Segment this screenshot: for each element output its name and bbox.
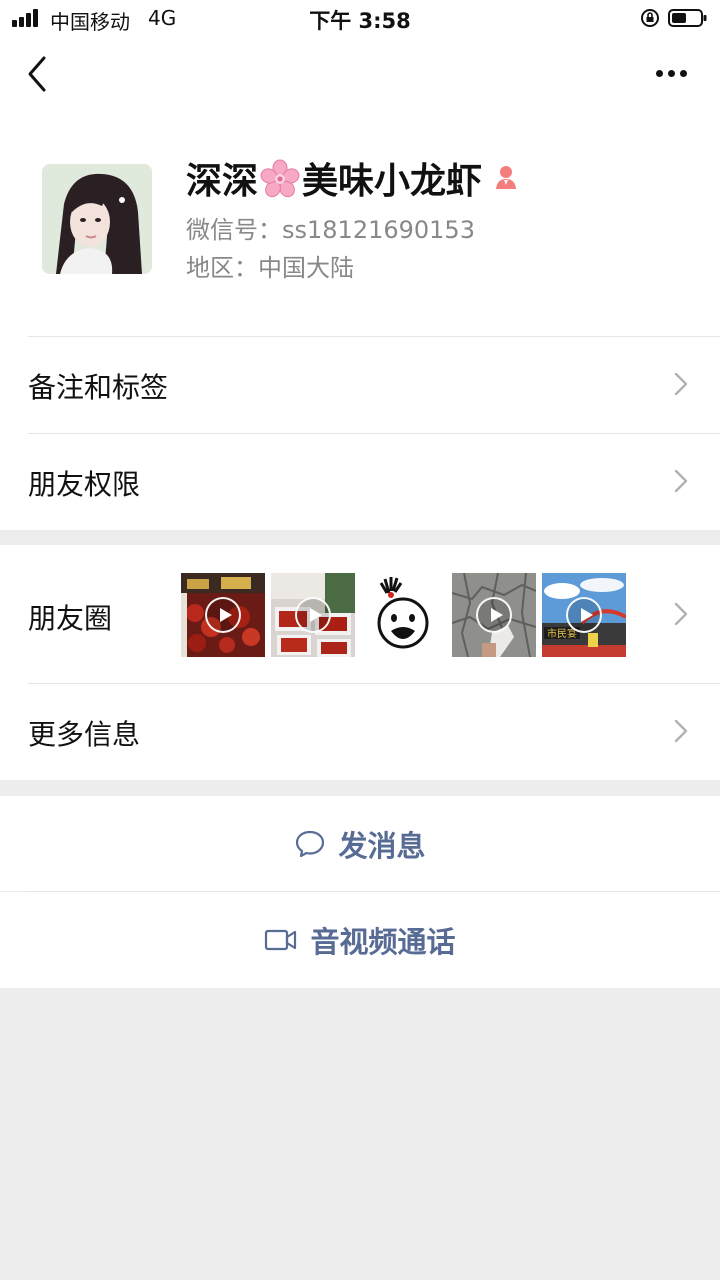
wechat-id: 微信号：ss18121690153	[186, 216, 475, 244]
profile-name: 深深 美味小龙虾	[186, 152, 520, 202]
nav-bar	[0, 38, 720, 110]
play-icon	[476, 597, 512, 633]
moments-thumbnail-4[interactable]	[452, 573, 536, 657]
avatar[interactable]	[42, 164, 152, 274]
name-part1: 深深	[186, 161, 259, 202]
divider	[28, 683, 720, 684]
divider	[28, 336, 720, 337]
chevron-right-icon	[674, 469, 688, 493]
more-info-row[interactable]: 更多信息	[0, 683, 720, 780]
female-icon	[496, 166, 517, 189]
video-call-label: 音视频通话	[310, 925, 456, 959]
remarks-label: 备注和标签	[28, 371, 169, 404]
region: 地区：中国大陆	[186, 254, 354, 282]
play-icon	[295, 597, 331, 633]
chevron-right-icon	[674, 602, 688, 626]
more-info-label: 更多信息	[28, 718, 141, 751]
video-call-button[interactable]: 音视频通话	[0, 892, 720, 988]
battery-icon	[668, 9, 707, 27]
send-message-label: 发消息	[338, 828, 426, 863]
moments-label: 朋友圈	[28, 602, 113, 635]
divider	[28, 433, 720, 434]
chevron-right-icon	[674, 372, 688, 396]
friend-permissions-row[interactable]: 朋友权限	[0, 433, 720, 530]
moments-thumbnail-2[interactable]	[271, 573, 355, 657]
video-camera-icon	[265, 929, 297, 951]
moments-thumbnail-3[interactable]	[361, 573, 445, 657]
profile-card: 深深 美味小龙虾 微信号：ss18121690153 地区：中国大陆	[0, 110, 720, 336]
chevron-right-icon	[674, 719, 688, 743]
play-icon	[205, 597, 241, 633]
moments-row[interactable]: 朋友圈 市民宴	[0, 545, 720, 683]
remarks-and-tags-row[interactable]: 备注和标签	[0, 336, 720, 433]
rotation-lock-icon	[641, 9, 659, 27]
play-icon	[566, 597, 602, 633]
status-bar: 中国移动 4G 下午 3:58	[0, 0, 720, 38]
more-options-icon[interactable]	[646, 58, 696, 88]
chat-bubble-icon	[296, 830, 325, 857]
back-icon[interactable]	[22, 52, 62, 96]
send-message-button[interactable]: 发消息	[0, 796, 720, 891]
cherry-blossom-icon	[260, 159, 300, 198]
name-part2: 美味小龙虾	[302, 161, 483, 202]
permissions-label: 朋友权限	[28, 468, 141, 501]
clock: 下午 3:58	[309, 9, 411, 33]
moments-thumbnail-5[interactable]: 市民宴	[542, 573, 626, 657]
moments-thumbnail-1[interactable]	[181, 573, 265, 657]
